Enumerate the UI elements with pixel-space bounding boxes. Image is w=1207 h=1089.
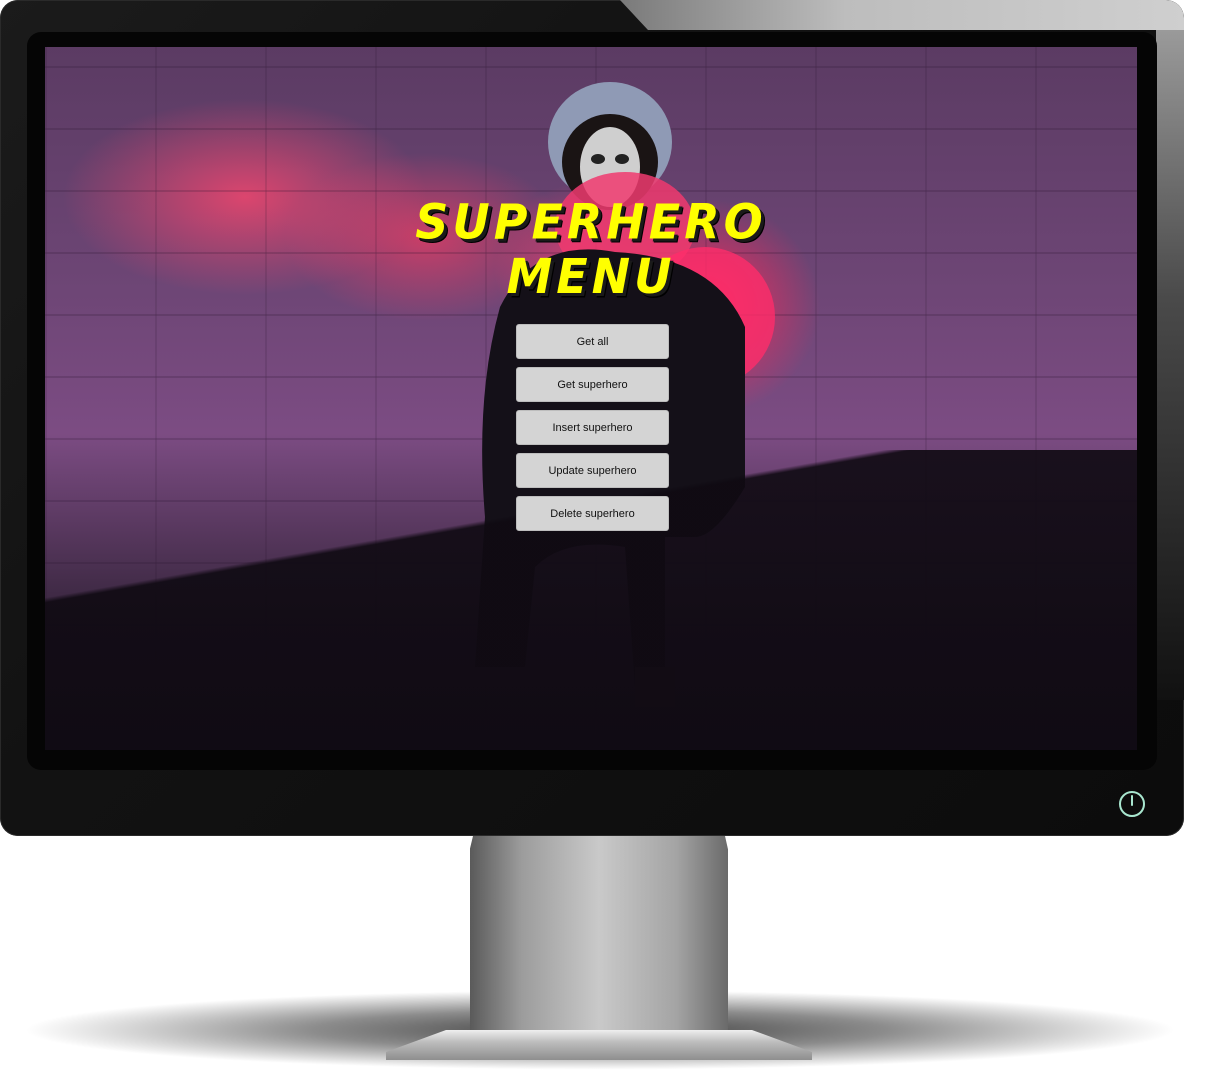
bezel-side-glare — [1156, 30, 1184, 700]
screen: SUPERHERO MENU Get all Get superhero Ins… — [45, 47, 1137, 750]
monitor-stand-base — [386, 1030, 812, 1060]
insert-superhero-button[interactable]: Insert superhero — [516, 410, 669, 445]
superhero-menu: Get all Get superhero Insert superhero U… — [516, 324, 669, 531]
bezel-glare — [620, 0, 1184, 30]
page-title: SUPERHERO MENU — [45, 194, 1137, 303]
title-line-2: MENU — [506, 247, 676, 305]
delete-superhero-button[interactable]: Delete superhero — [516, 496, 669, 531]
power-icon[interactable] — [1118, 790, 1146, 818]
title-line-1: SUPERHERO — [415, 193, 767, 251]
monitor-mockup: SUPERHERO MENU Get all Get superhero Ins… — [0, 0, 1207, 1089]
update-superhero-button[interactable]: Update superhero — [516, 453, 669, 488]
monitor-stand-neck — [470, 836, 728, 1036]
get-all-button[interactable]: Get all — [516, 324, 669, 359]
get-superhero-button[interactable]: Get superhero — [516, 367, 669, 402]
